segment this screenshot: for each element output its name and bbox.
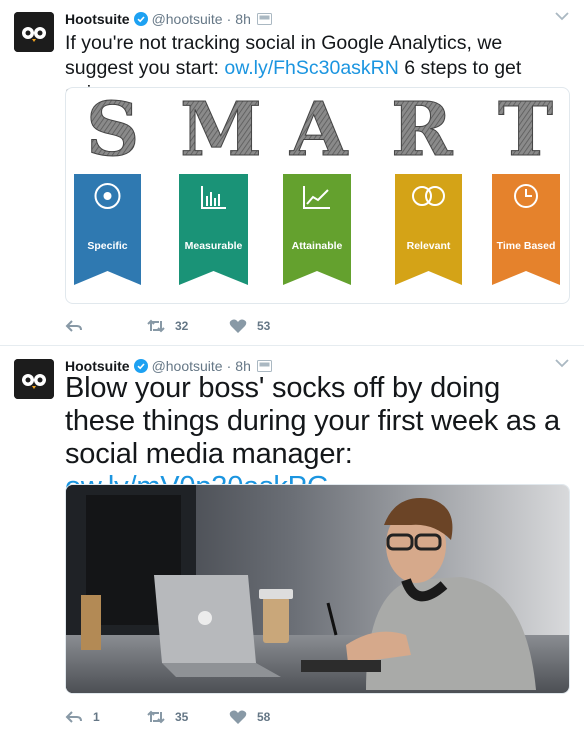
tweet-actions: 32 53 [65, 316, 311, 336]
tweet-photo[interactable] [65, 484, 570, 694]
tweet-text-body: Blow your boss' socks off by doing these… [65, 372, 560, 470]
banner-time-based: Time Based [492, 174, 560, 285]
retweet-button[interactable]: 35 [147, 709, 229, 725]
like-button[interactable]: 53 [229, 318, 311, 334]
smart-graphic: S M A R T Specific Measurable Attainable… [74, 88, 560, 285]
banner-label: Attainable [292, 240, 343, 252]
heart-icon [229, 710, 247, 724]
tweet-actions: 1 35 58 [65, 707, 311, 727]
reply-count: 1 [93, 710, 100, 724]
reply-icon [65, 711, 82, 723]
tweet-link[interactable]: ow.ly/FhSc30askRN [224, 57, 398, 79]
owl-logo-icon [14, 359, 54, 399]
banner-label: Measurable [185, 240, 243, 252]
like-count: 53 [257, 319, 271, 333]
reply-button[interactable] [65, 318, 147, 334]
letter-s: S [86, 88, 139, 173]
reply-button[interactable]: 1 [65, 709, 147, 725]
letter-m: M [180, 88, 262, 173]
heart-icon [229, 319, 247, 333]
summary-card-icon [256, 13, 272, 25]
author-handle[interactable]: @hootsuite [152, 11, 223, 27]
chevron-down-icon[interactable] [554, 357, 570, 369]
banner-label: Relevant [407, 240, 451, 252]
letter-r: R [391, 88, 453, 173]
retweet-button[interactable]: 32 [147, 318, 229, 334]
chevron-down-icon[interactable] [554, 10, 570, 22]
letter-t: T [498, 88, 553, 173]
letter-a: A [289, 88, 349, 173]
banner-specific: Specific [74, 174, 141, 285]
retweet-icon [147, 710, 165, 724]
banner-label: Time Based [497, 240, 556, 252]
like-count: 58 [257, 710, 271, 724]
owl-logo-icon [14, 12, 54, 52]
banner-attainable: Attainable [283, 174, 351, 285]
avatar[interactable] [14, 359, 54, 399]
retweet-icon [147, 319, 165, 333]
retweet-count: 32 [175, 319, 189, 333]
reply-icon [65, 320, 82, 332]
tweet[interactable]: Hootsuite @hootsuite · 8h Blow your boss… [0, 347, 584, 734]
banner-relevant: Relevant [395, 174, 462, 285]
verified-badge-icon [133, 12, 148, 26]
timestamp[interactable]: 8h [235, 11, 251, 27]
like-button[interactable]: 58 [229, 709, 311, 725]
verified-badge-icon [133, 359, 148, 373]
banner-measurable: Measurable [179, 174, 248, 285]
photo-office-worker [66, 485, 569, 693]
avatar[interactable] [14, 12, 54, 52]
tweet[interactable]: Hootsuite @hootsuite · 8h If you're not … [0, 0, 584, 346]
summary-card-icon [256, 360, 272, 372]
smart-infographic[interactable]: S M A R T Specific Measurable Attainable… [65, 87, 570, 304]
tweet-header: Hootsuite @hootsuite · 8h [65, 9, 272, 29]
retweet-count: 35 [175, 710, 189, 724]
banner-label: Specific [87, 240, 127, 252]
separator: · [226, 11, 232, 27]
author-name[interactable]: Hootsuite [65, 11, 130, 27]
